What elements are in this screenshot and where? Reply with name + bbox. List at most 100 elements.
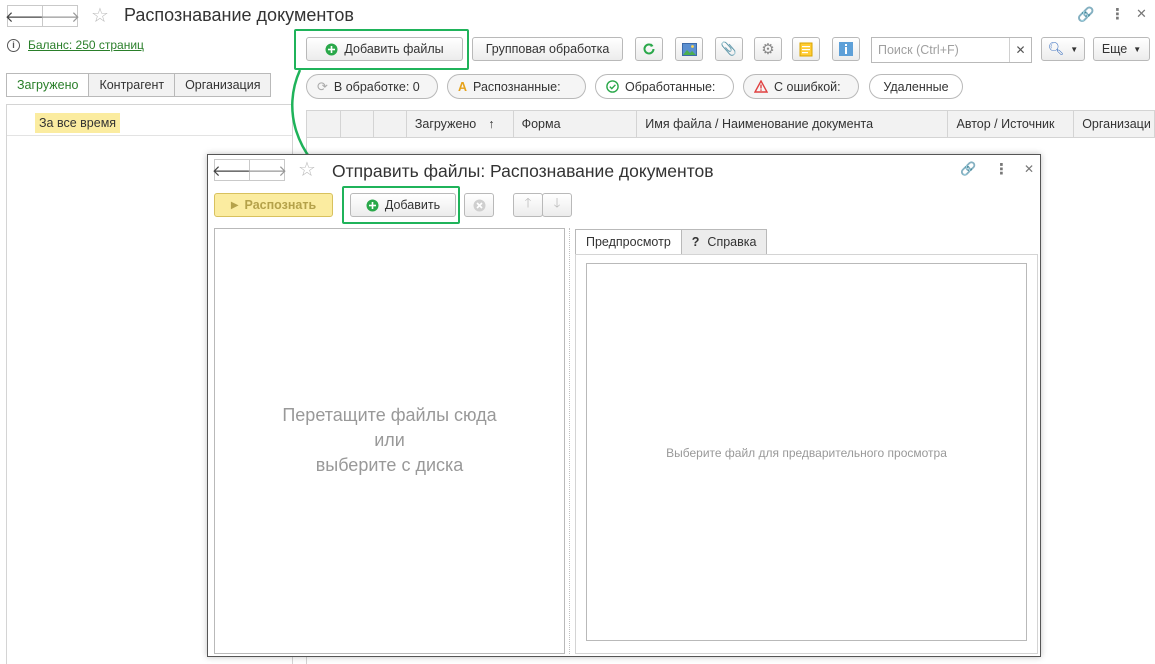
more-label: Еще: [1101, 42, 1128, 56]
recognize-button[interactable]: ▶ Распознать: [214, 193, 333, 217]
filter-processing[interactable]: ⟳ В обработке: 0: [306, 74, 438, 99]
col-icon-2[interactable]: [374, 111, 407, 137]
favorite-star-icon[interactable]: ☆: [91, 3, 109, 28]
tab-organization[interactable]: Организация: [174, 73, 272, 97]
col-loaded-label: Загружено: [414, 117, 477, 131]
clear-search-icon[interactable]: ✕: [1009, 38, 1031, 62]
drop-line-3: выберите с диска: [315, 455, 464, 475]
move-down-button[interactable]: 🡓: [542, 193, 572, 217]
forward-button[interactable]: 🡒: [39, 5, 81, 27]
dialog-more-vertical-icon[interactable]: ⋮: [994, 160, 1009, 178]
tab-loaded[interactable]: Загружено: [6, 73, 90, 97]
splitter[interactable]: [569, 228, 570, 654]
remove-button[interactable]: [464, 193, 494, 217]
refresh-button[interactable]: [635, 37, 663, 61]
info-button[interactable]: [832, 37, 860, 61]
move-up-button[interactable]: 🡑: [513, 193, 543, 217]
col-filename[interactable]: Имя файла / Наименование документа: [637, 111, 949, 137]
more-vertical-icon[interactable]: ⋮: [1110, 5, 1125, 23]
search-input[interactable]: Поиск (Ctrl+F) ✕: [871, 37, 1032, 63]
search-icon: 🔍︎: [1047, 41, 1065, 56]
col-form[interactable]: Форма: [514, 111, 638, 137]
col-organization[interactable]: Организаци: [1074, 111, 1154, 137]
sync-icon: ⟳: [317, 78, 328, 94]
dialog-close-icon[interactable]: ✕: [1024, 162, 1034, 176]
image-icon: [681, 42, 697, 56]
tab-help-label: Справка: [707, 235, 757, 249]
dialog-back-button[interactable]: 🡐: [212, 159, 252, 181]
search-button[interactable]: 🔍︎ ▼: [1041, 37, 1085, 61]
arrow-right-icon: 🡒: [246, 162, 288, 180]
dialog-favorite-star-icon[interactable]: ☆: [298, 157, 316, 182]
divider: [7, 135, 292, 136]
report-button[interactable]: [792, 37, 820, 61]
back-button[interactable]: 🡐: [5, 5, 45, 27]
arrow-up-icon: 🡑: [524, 195, 532, 210]
paperclip-icon: 📎: [720, 41, 738, 56]
col-author-label: Автор / Источник: [956, 117, 1055, 131]
search-placeholder: Поиск (Ctrl+F): [878, 43, 959, 57]
left-tabs: Загружено Контрагент Организация: [6, 73, 272, 97]
filter-errors-label: С ошибкой:: [774, 79, 841, 94]
play-icon: ▶: [230, 199, 239, 211]
arrow-right-icon: 🡒: [39, 8, 81, 26]
preview-area: Выберите файл для предварительного просм…: [586, 263, 1027, 641]
filter-errors[interactable]: С ошибкой:: [743, 74, 859, 99]
group-processing-label: Групповая обработка: [485, 42, 610, 56]
drop-zone[interactable]: Перетащите файлы сюда или выберите с дис…: [214, 228, 565, 654]
col-author[interactable]: Автор / Источник: [948, 111, 1075, 137]
balance-row: i Баланс: 250 страниц: [7, 38, 144, 52]
warning-icon: [754, 80, 768, 93]
arrow-down-icon: 🡓: [553, 195, 561, 210]
filter-recognized[interactable]: A Распознанные:: [447, 74, 586, 99]
filter-deleted[interactable]: Удаленные: [869, 74, 963, 99]
chevron-down-icon: ▼: [1070, 44, 1079, 54]
remove-circle-icon: [473, 199, 485, 211]
filter-processing-label: В обработке: 0: [333, 79, 420, 94]
period-item-all-time[interactable]: За все время: [35, 113, 121, 133]
preview-tabs: Предпросмотр ? Справка: [575, 229, 768, 255]
question-icon: ?: [691, 235, 700, 249]
dialog-link-icon[interactable]: 🔗: [960, 161, 976, 177]
close-icon[interactable]: ✕: [1136, 6, 1147, 22]
col-icon-1[interactable]: [341, 111, 374, 137]
info-square-icon: [839, 42, 853, 56]
highlight-frame-dialog: [342, 186, 460, 224]
dialog-title: Отправить файлы: Распознавание документо…: [332, 161, 714, 181]
col-filename-label: Имя файла / Наименование документа: [645, 117, 874, 131]
page-title: Распознавание документов: [124, 5, 354, 25]
col-form-label: Форма: [521, 117, 561, 131]
recognize-label: Распознать: [244, 198, 317, 212]
settings-button[interactable]: ⚙: [754, 37, 782, 61]
recognized-a-icon: A: [458, 79, 468, 94]
tab-counterparty[interactable]: Контрагент: [88, 73, 176, 97]
filter-recognized-label: Распознанные:: [473, 79, 561, 94]
info-icon: i: [7, 38, 20, 52]
more-button[interactable]: Еще ▼: [1093, 37, 1150, 61]
gear-icon: ⚙: [761, 41, 775, 58]
drop-line-2: или: [374, 430, 405, 450]
send-files-dialog: 🡐 🡒 ☆ Отправить файлы: Распознавание док…: [207, 154, 1041, 657]
check-circle-icon: [606, 80, 619, 93]
col-check[interactable]: [307, 111, 341, 137]
documents-table-header: Загружено ↑ Форма Имя файла / Наименовани…: [306, 110, 1155, 138]
link-icon[interactable]: 🔗: [1077, 6, 1094, 23]
preview-hint: Выберите файл для предварительного просм…: [666, 446, 947, 460]
image-button[interactable]: [675, 37, 703, 61]
col-loaded[interactable]: Загружено ↑: [407, 111, 514, 137]
group-processing-button[interactable]: Групповая обработка: [472, 37, 623, 61]
filter-deleted-label: Удаленные: [883, 79, 949, 94]
chevron-down-icon: ▼: [1133, 44, 1142, 54]
dialog-forward-button[interactable]: 🡒: [246, 159, 288, 181]
preview-panel: Выберите файл для предварительного просм…: [575, 254, 1038, 654]
refresh-icon: [643, 43, 655, 55]
attach-button[interactable]: 📎: [715, 37, 743, 61]
col-organization-label: Организаци: [1082, 117, 1151, 131]
highlight-frame-main: [294, 29, 469, 70]
drop-line-1: Перетащите файлы сюда: [282, 405, 497, 425]
balance-link[interactable]: Баланс: 250 страниц: [28, 38, 144, 52]
tab-help[interactable]: ? Справка: [680, 229, 768, 255]
tab-preview[interactable]: Предпросмотр: [575, 229, 682, 255]
sort-up-icon: ↑: [488, 117, 495, 131]
filter-processed[interactable]: Обработанные:: [595, 74, 734, 99]
